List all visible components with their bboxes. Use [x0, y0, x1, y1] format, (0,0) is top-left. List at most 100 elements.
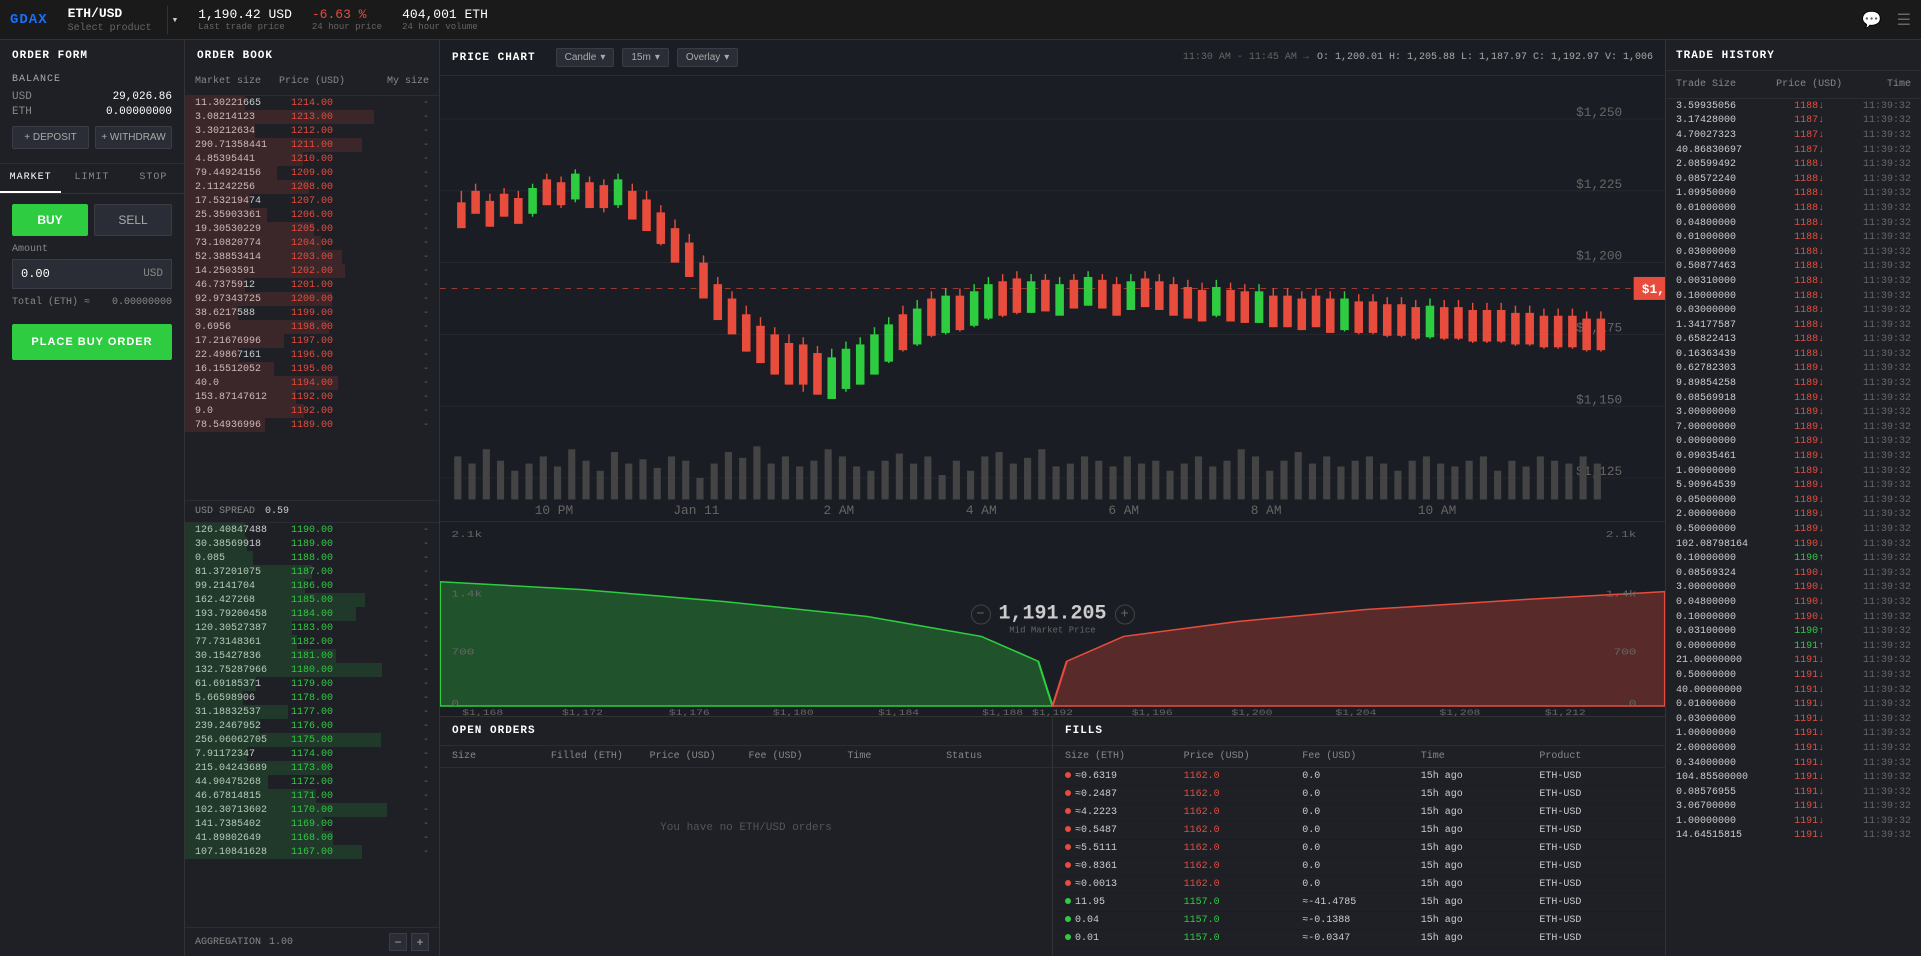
withdraw-button[interactable]: + WITHDRAW: [95, 126, 172, 149]
candle-dropdown-icon: ▾: [600, 52, 605, 63]
order-book-bid-row[interactable]: 162.427268 1185.00 -: [185, 593, 439, 607]
overlay-button[interactable]: Overlay ▾: [677, 48, 738, 67]
order-book-ask-row[interactable]: 25.35903361 1206.00 -: [185, 208, 439, 222]
trade-time: 11:39:32: [1848, 509, 1911, 520]
order-book-ask-row[interactable]: 46.7375912 1201.00 -: [185, 278, 439, 292]
order-book-ask-row[interactable]: 153.87147612 1192.00 -: [185, 390, 439, 404]
order-book-bid-row[interactable]: 77.73148361 1182.00 -: [185, 635, 439, 649]
order-book-ask-row[interactable]: 2.11242256 1208.00 -: [185, 180, 439, 194]
trade-size: 0.03000000: [1676, 305, 1770, 316]
bid-price: 1172.00: [273, 777, 351, 788]
order-book-ask-row[interactable]: 40.0 1194.00 -: [185, 376, 439, 390]
menu-icon[interactable]: ☰: [1897, 10, 1911, 30]
tab-stop[interactable]: STOP: [123, 164, 184, 193]
agg-increase-button[interactable]: +: [411, 933, 429, 951]
agg-decrease-button[interactable]: −: [389, 933, 407, 951]
trade-time: 11:39:32: [1848, 218, 1911, 229]
trade-size: 1.34177587: [1676, 320, 1770, 331]
order-book-bid-row[interactable]: 141.7385402 1169.00 -: [185, 817, 439, 831]
fill-time: 15h ago: [1421, 861, 1535, 872]
zoom-in-icon[interactable]: +: [1115, 604, 1135, 624]
order-book-bid-row[interactable]: 126.40847488 1190.00 -: [185, 523, 439, 537]
fill-product: ETH-USD: [1539, 879, 1653, 890]
chevron-down-icon: ▾: [172, 13, 179, 27]
order-book-rows: 11.30221665 1214.00 - 3.08214123 1213.00…: [185, 96, 439, 500]
order-book-bid-row[interactable]: 239.2467952 1176.00 -: [185, 719, 439, 733]
order-book-ask-row[interactable]: 22.49867161 1196.00 -: [185, 348, 439, 362]
order-book-bid-row[interactable]: 120.30527387 1183.00 -: [185, 621, 439, 635]
fill-product: ETH-USD: [1539, 915, 1653, 926]
order-book-bid-row[interactable]: 81.37201075 1187.00 -: [185, 565, 439, 579]
svg-text:1.4k: 1.4k: [451, 590, 482, 600]
order-book-bid-row[interactable]: 31.18832537 1177.00 -: [185, 705, 439, 719]
buy-button[interactable]: BUY: [12, 204, 88, 236]
order-book-ask-row[interactable]: 0.6956 1198.00 -: [185, 320, 439, 334]
svg-text:$1,176: $1,176: [669, 709, 710, 716]
deposit-button[interactable]: + DEPOSIT: [12, 126, 89, 149]
order-book-bid-row[interactable]: 193.79200458 1184.00 -: [185, 607, 439, 621]
order-book-bid-row[interactable]: 41.89802649 1168.00 -: [185, 831, 439, 845]
order-book-ask-row[interactable]: 52.38853414 1203.00 -: [185, 250, 439, 264]
zoom-out-icon[interactable]: −: [970, 604, 990, 624]
order-book-ask-row[interactable]: 16.15512052 1195.00 -: [185, 362, 439, 376]
order-book-ask-row[interactable]: 9.0 1192.00 -: [185, 404, 439, 418]
tab-market[interactable]: MARKET: [0, 164, 61, 193]
trade-size: 21.00000000: [1676, 655, 1770, 666]
trade-history-row: 1.00000000 1191↓ 11:39:32: [1666, 727, 1921, 742]
order-book-ask-row[interactable]: 14.2503591 1202.00 -: [185, 264, 439, 278]
th-col-size: Trade Size: [1676, 79, 1770, 90]
order-book-ask-row[interactable]: 19.30530229 1205.00 -: [185, 222, 439, 236]
ask-mysize: -: [351, 224, 429, 235]
trade-price: 1191↓: [1770, 714, 1848, 725]
trade-time: 11:39:32: [1848, 407, 1911, 418]
fill-product: ETH-USD: [1539, 843, 1653, 854]
order-book-bid-row[interactable]: 44.90475268 1172.00 -: [185, 775, 439, 789]
trade-size: 4.70027323: [1676, 130, 1770, 141]
order-book-bid-row[interactable]: 0.085 1188.00 -: [185, 551, 439, 565]
trade-time: 11:39:32: [1848, 743, 1911, 754]
order-book-ask-row[interactable]: 3.30212634 1212.00 -: [185, 124, 439, 138]
svg-text:$1,250: $1,250: [1576, 105, 1622, 120]
tab-limit[interactable]: LIMIT: [61, 164, 122, 193]
interval-button[interactable]: 15m ▾: [622, 48, 668, 67]
trade-time: 11:39:32: [1848, 349, 1911, 360]
amount-input[interactable]: [21, 267, 101, 281]
order-book-bid-row[interactable]: 30.38569918 1189.00 -: [185, 537, 439, 551]
order-book-ask-row[interactable]: 4.85395441 1210.00 -: [185, 152, 439, 166]
fill-product: ETH-USD: [1539, 861, 1653, 872]
total-value: 0.00000000: [112, 297, 172, 308]
trade-price: 1188↓: [1770, 174, 1848, 185]
trade-size: 0.08569324: [1676, 568, 1770, 579]
order-book-ask-row[interactable]: 290.71358441 1211.00 -: [185, 138, 439, 152]
order-book-bid-row[interactable]: 215.04243689 1173.00 -: [185, 761, 439, 775]
order-book-ask-row[interactable]: 92.97343725 1200.00 -: [185, 292, 439, 306]
order-book-ask-row[interactable]: 17.21676996 1197.00 -: [185, 334, 439, 348]
order-book-bid-row[interactable]: 107.10841628 1167.00 -: [185, 845, 439, 859]
sell-button[interactable]: SELL: [94, 204, 172, 236]
chat-icon[interactable]: 💬: [1862, 10, 1882, 30]
order-book-ask-row[interactable]: 3.08214123 1213.00 -: [185, 110, 439, 124]
order-book-bid-row[interactable]: 46.67814815 1171.00 -: [185, 789, 439, 803]
order-book-ask-row[interactable]: 11.30221665 1214.00 -: [185, 96, 439, 110]
total-row: Total (ETH) ≈ 0.00000000: [0, 289, 184, 316]
order-book-bid-row[interactable]: 102.30713602 1170.00 -: [185, 803, 439, 817]
order-book-ask-row[interactable]: 73.10820774 1204.00 -: [185, 236, 439, 250]
order-book-bid-row[interactable]: 30.15427836 1181.00 -: [185, 649, 439, 663]
order-book-bid-row[interactable]: 5.66598906 1178.00 -: [185, 691, 439, 705]
order-book-bid-row[interactable]: 99.2141704 1186.00 -: [185, 579, 439, 593]
pair-selector[interactable]: ETH/USD Select product ▾: [68, 6, 179, 34]
order-book-ask-row[interactable]: 78.54936996 1189.00 -: [185, 418, 439, 432]
order-book-bid-row[interactable]: 61.69185371 1179.00 -: [185, 677, 439, 691]
place-order-button[interactable]: PLACE BUY ORDER: [12, 324, 172, 360]
trade-history-row: 14.64515815 1191↓ 11:39:32: [1666, 829, 1921, 844]
order-book-bid-row[interactable]: 132.75287966 1180.00 -: [185, 663, 439, 677]
order-book-ask-row[interactable]: 38.6217588 1199.00 -: [185, 306, 439, 320]
trade-history-row: 0.50877463 1188↓ 11:39:32: [1666, 260, 1921, 275]
trade-time: 11:39:32: [1848, 145, 1911, 156]
order-book-ask-row[interactable]: 17.53219474 1207.00 -: [185, 194, 439, 208]
order-book-bid-row[interactable]: 256.06062705 1175.00 -: [185, 733, 439, 747]
fills-row: ≈0.8361 1162.0 0.0 15h ago ETH-USD: [1053, 858, 1665, 876]
order-book-ask-row[interactable]: 79.44924156 1209.00 -: [185, 166, 439, 180]
candle-type-button[interactable]: Candle ▾: [556, 48, 615, 67]
order-book-bid-row[interactable]: 7.91172347 1174.00 -: [185, 747, 439, 761]
